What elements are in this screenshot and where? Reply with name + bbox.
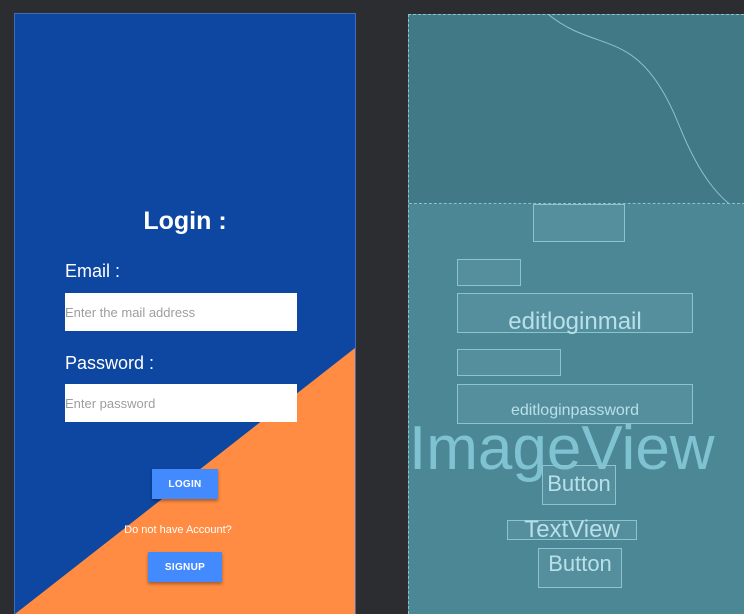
design-preview: Login : Email : Password : LOGIN Do not … — [14, 13, 356, 614]
blueprint-view: editloginmail editloginpassword ImageVie… — [408, 14, 744, 614]
no-account-text[interactable]: Do not have Account? — [15, 524, 355, 536]
email-label: Email : — [65, 261, 121, 281]
blueprint-signup-button[interactable]: Button — [538, 548, 622, 588]
blueprint-login-button[interactable]: Button — [542, 465, 616, 505]
login-button[interactable]: LOGIN — [152, 469, 218, 499]
password-input[interactable] — [65, 384, 297, 422]
email-input[interactable] — [65, 293, 297, 331]
signup-button[interactable]: SIGNUP — [148, 552, 222, 582]
blueprint-title-box[interactable] — [533, 204, 625, 242]
blueprint-textview[interactable]: TextView — [507, 518, 637, 542]
blueprint-curve — [548, 15, 744, 215]
blueprint-top-region — [409, 15, 744, 215]
blueprint-email-field[interactable]: editloginmail — [457, 293, 693, 335]
blueprint-email-label-box[interactable] — [457, 259, 521, 286]
blueprint-password-label-box[interactable] — [457, 349, 561, 376]
login-title: Login : — [143, 207, 227, 235]
password-label: Password : — [65, 353, 155, 373]
